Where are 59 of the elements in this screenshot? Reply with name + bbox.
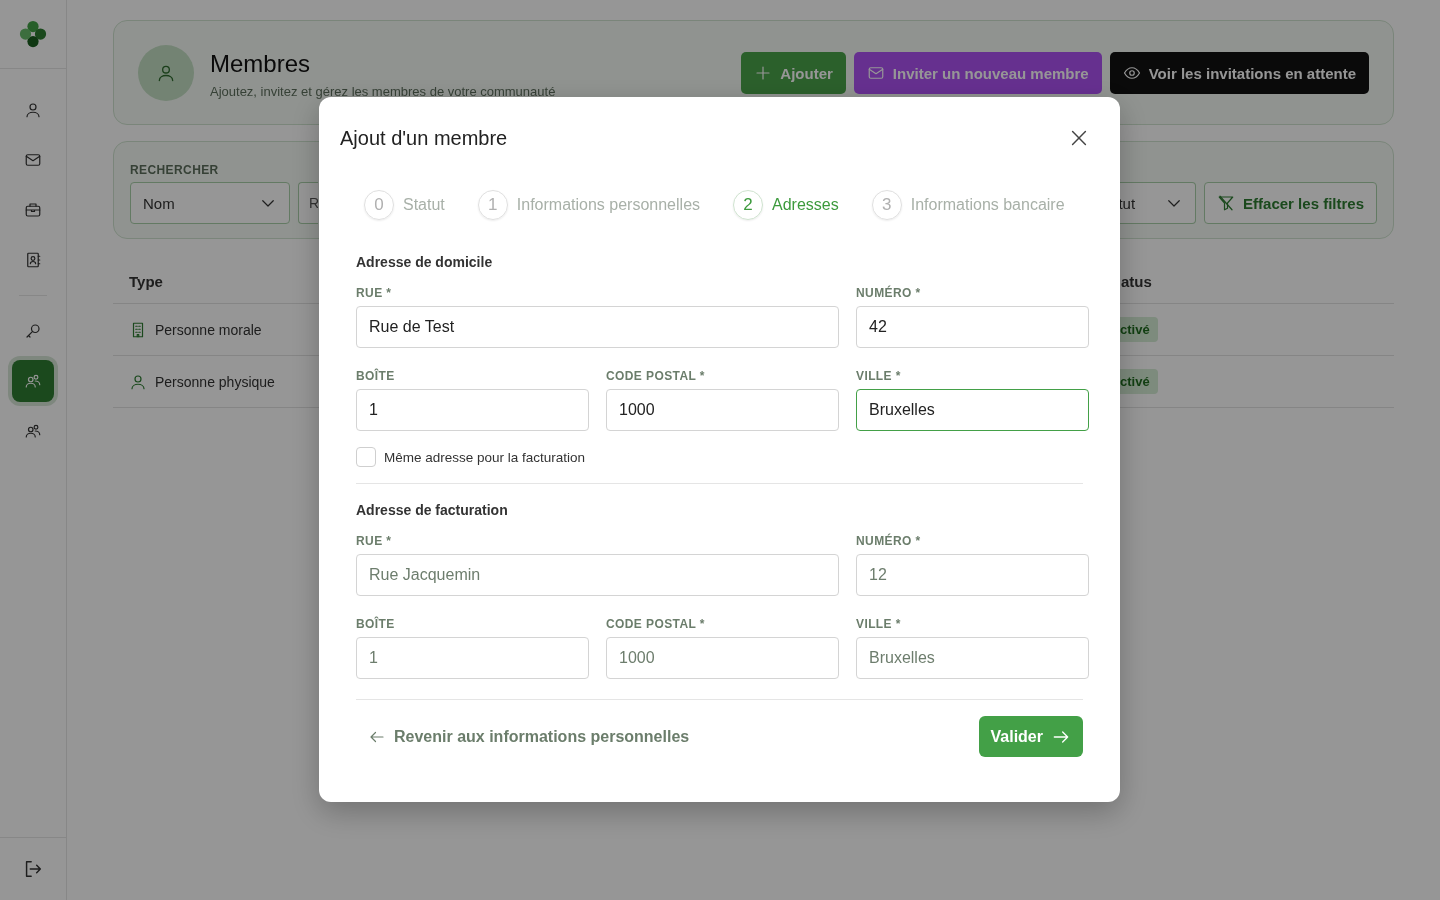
mail-icon (24, 151, 42, 169)
search-label: RECHERCHER (130, 163, 219, 177)
input-field[interactable]: Rue de Test (356, 306, 839, 348)
input-field[interactable]: 1 (356, 389, 589, 431)
page-subtitle: Ajoutez, invitez et gérez les membres de votre communauté (210, 84, 557, 99)
field-label: BOÎTE (356, 617, 396, 631)
type-cell: Personne morale (155, 321, 262, 338)
input-field[interactable]: 42 (856, 306, 1089, 348)
checkbox[interactable] (356, 447, 376, 467)
status-badge: ctivé (1119, 317, 1158, 342)
field-label: NUMÉRO * (856, 534, 922, 548)
eye-icon (1122, 64, 1141, 82)
field-label: VILLE * (856, 617, 902, 631)
input-field[interactable]: 1000 (606, 637, 839, 679)
field-label: VILLE * (856, 369, 902, 383)
stepper-step[interactable]: 1 Informations personnelles (477, 190, 701, 220)
field-label: BOÎTE (356, 369, 396, 383)
briefcase-icon (24, 201, 42, 219)
page-title: Membres (210, 50, 312, 78)
field-label: RUE * (356, 286, 393, 300)
search-field[interactable]: R (298, 182, 318, 224)
add-button[interactable]: Ajouter (741, 52, 846, 94)
submit-button[interactable]: Valider (978, 716, 1083, 757)
group-icon (24, 372, 42, 390)
key-icon (24, 322, 42, 340)
group-icon (24, 422, 42, 440)
type-cell: Personne physique (155, 373, 275, 390)
person-icon (129, 372, 147, 391)
clear-filters-button[interactable]: Effacer les filtres (1204, 182, 1377, 224)
status-select[interactable]: tut (1120, 182, 1197, 224)
stepper-step[interactable]: 3 Informations bancaire (871, 190, 1065, 220)
input-field[interactable]: Rue Jacquemin (356, 554, 839, 596)
section-title: Adresse de domicile (356, 254, 494, 270)
input-field[interactable]: 1000 (606, 389, 839, 431)
pending-invitations-button[interactable]: Voir les invitations en attente (1109, 52, 1369, 94)
mail-icon (866, 64, 885, 82)
checkbox-label: Même adresse pour la facturation (384, 449, 586, 465)
input-field[interactable]: 1 (356, 637, 589, 679)
column-header: atus (1121, 272, 1153, 290)
field-label: CODE POSTAL * (606, 617, 706, 631)
field-label: RUE * (356, 534, 393, 548)
stepper-step[interactable]: 0 Statut (364, 190, 445, 220)
user-icon (24, 101, 42, 119)
contact-card-icon (24, 251, 42, 269)
column-header: Type (129, 272, 164, 290)
input-field[interactable]: Bruxelles (856, 389, 1089, 431)
stepper-step[interactable]: 2 Adresses (733, 190, 839, 220)
input-field[interactable]: 12 (856, 554, 1089, 596)
field-select[interactable]: Nom (130, 182, 290, 224)
invite-button[interactable]: Inviter un nouveau membre (853, 52, 1102, 94)
field-label: CODE POSTAL * (606, 369, 706, 383)
modal-title: Ajout d'un membre (340, 126, 508, 150)
section-title: Adresse de facturation (356, 502, 509, 518)
clover-logo (18, 19, 48, 49)
back-link[interactable]: Revenir aux informations personnelles (356, 719, 702, 754)
input-field[interactable]: Bruxelles (856, 637, 1089, 679)
status-badge: ctivé (1119, 369, 1158, 394)
filter-off-icon (1217, 194, 1236, 212)
field-label: NUMÉRO * (856, 286, 922, 300)
